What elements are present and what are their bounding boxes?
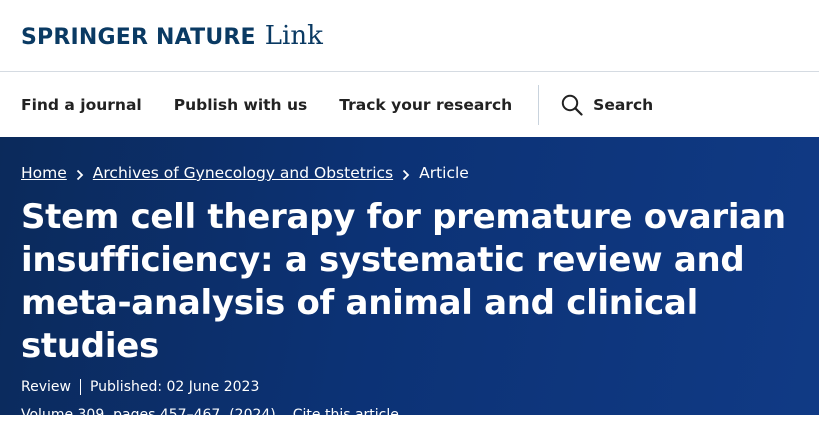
volume-info: Volume 309, pages 457–467, (2024)	[21, 407, 276, 423]
article-type: Review	[21, 379, 71, 395]
logo-link-text: Link	[264, 20, 323, 51]
article-hero: Home Archives of Gynecology and Obstetri…	[0, 137, 819, 423]
logo-brand-text: SPRINGER NATURE	[21, 24, 256, 50]
chevron-right-icon	[402, 167, 410, 181]
breadcrumb-home[interactable]: Home	[21, 164, 67, 182]
breadcrumb-journal[interactable]: Archives of Gynecology and Obstetrics	[93, 164, 393, 182]
cite-this-article-link[interactable]: Cite this article	[293, 407, 399, 423]
article-meta: Review Published: 02 June 2023	[21, 379, 798, 395]
search-icon	[561, 94, 583, 116]
nav-publish-with-us[interactable]: Publish with us	[174, 96, 308, 114]
published-date: Published: 02 June 2023	[89, 379, 260, 395]
site-header: SPRINGER NATURE Link	[0, 0, 819, 72]
nav-track-your-research[interactable]: Track your research	[339, 96, 512, 114]
search-label: Search	[593, 95, 654, 114]
article-citation-info: Volume 309, pages 457–467, (2024) Cite t…	[21, 407, 798, 423]
search-button[interactable]: Search	[561, 94, 653, 116]
breadcrumb-current: Article	[419, 164, 469, 182]
nav-divider	[538, 84, 540, 125]
meta-divider	[79, 379, 81, 395]
springer-nature-link-logo[interactable]: SPRINGER NATURE Link	[21, 21, 323, 51]
chevron-right-icon	[76, 167, 84, 181]
article-title: Stem cell therapy for premature ovarian …	[21, 197, 786, 366]
nav-find-a-journal[interactable]: Find a journal	[21, 96, 142, 114]
main-nav: Find a journal Publish with us Track you…	[0, 72, 819, 137]
breadcrumb: Home Archives of Gynecology and Obstetri…	[21, 164, 798, 182]
